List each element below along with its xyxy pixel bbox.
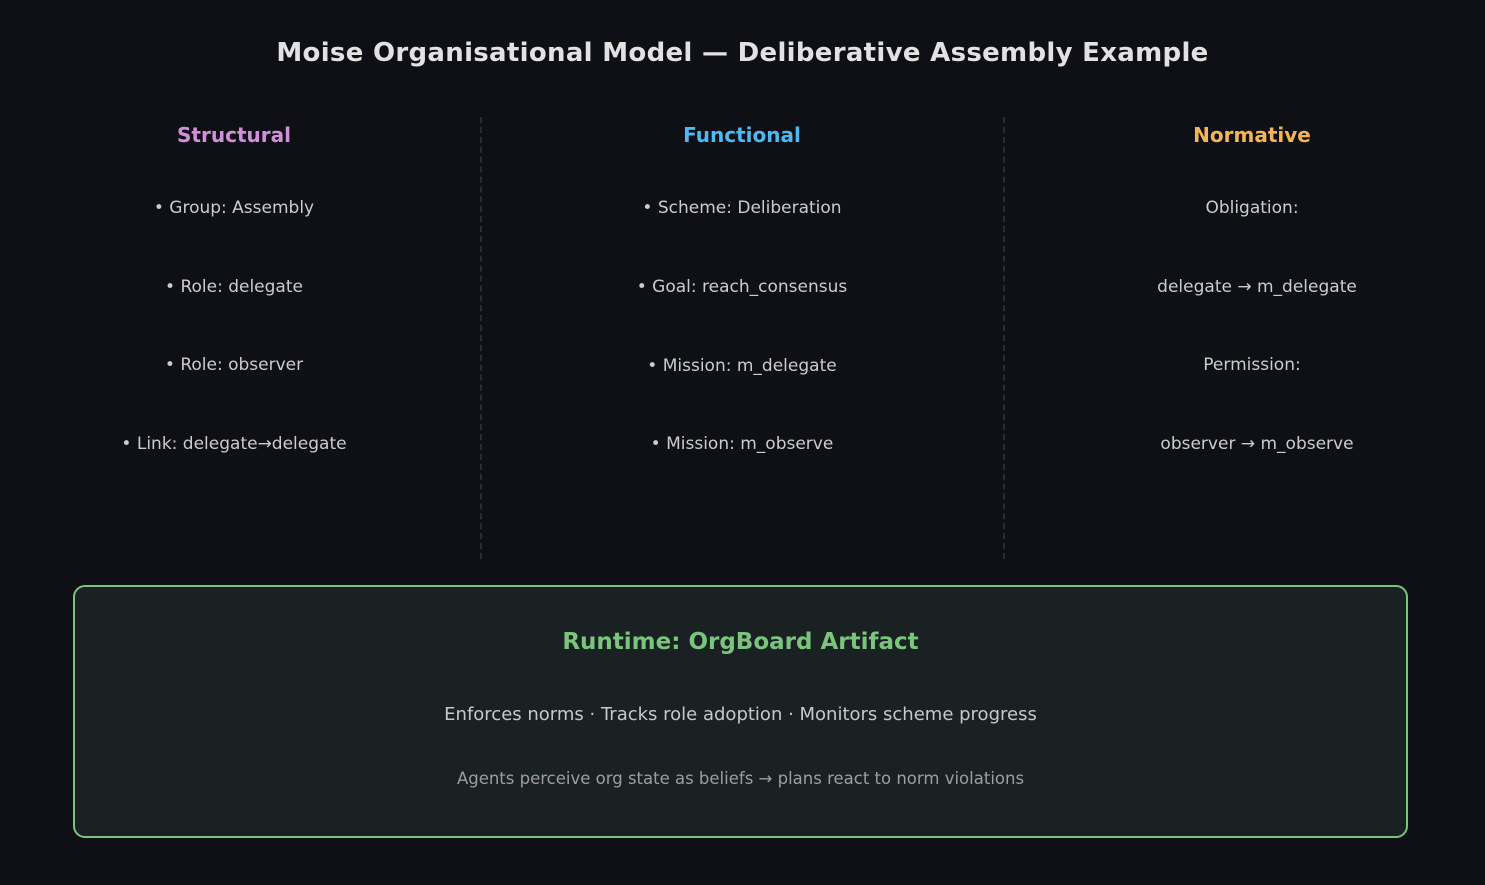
divider-right [1003, 117, 1005, 559]
normative-heading: Normative [1193, 123, 1311, 147]
functional-heading: Functional [683, 123, 801, 147]
normative-item-obligation-label: Obligation: [1205, 198, 1299, 218]
diagram-title: Moise Organisational Model — Deliberativ… [276, 38, 1209, 68]
structural-item-role-delegate: • Role: delegate [165, 277, 303, 297]
divider-left [480, 117, 482, 559]
structural-heading: Structural [177, 123, 291, 147]
functional-item-mission-delegate: • Mission: m_delegate [647, 356, 837, 376]
normative-item-permission-rule: observer → m_observe [1160, 434, 1354, 454]
structural-item-role-observer: • Role: observer [164, 355, 304, 375]
normative-item-permission-label: Permission: [1203, 355, 1301, 375]
runtime-note: Agents perceive org state as beliefs → p… [456, 769, 1025, 788]
normative-item-obligation-rule: delegate → m_delegate [1157, 277, 1357, 297]
runtime-title: Runtime: OrgBoard Artifact [562, 629, 919, 655]
structural-item-group: • Group: Assembly [153, 198, 315, 218]
functional-item-mission-observe: • Mission: m_observe [650, 434, 834, 454]
runtime-description: Enforces norms · Tracks role adoption · … [444, 704, 1037, 725]
structural-item-link: • Link: delegate→delegate [121, 434, 347, 454]
runtime-box: Runtime: OrgBoard Artifact Enforces norm… [73, 585, 1408, 838]
functional-item-scheme: • Scheme: Deliberation [642, 198, 842, 218]
functional-item-goal: • Goal: reach_consensus [636, 277, 848, 297]
